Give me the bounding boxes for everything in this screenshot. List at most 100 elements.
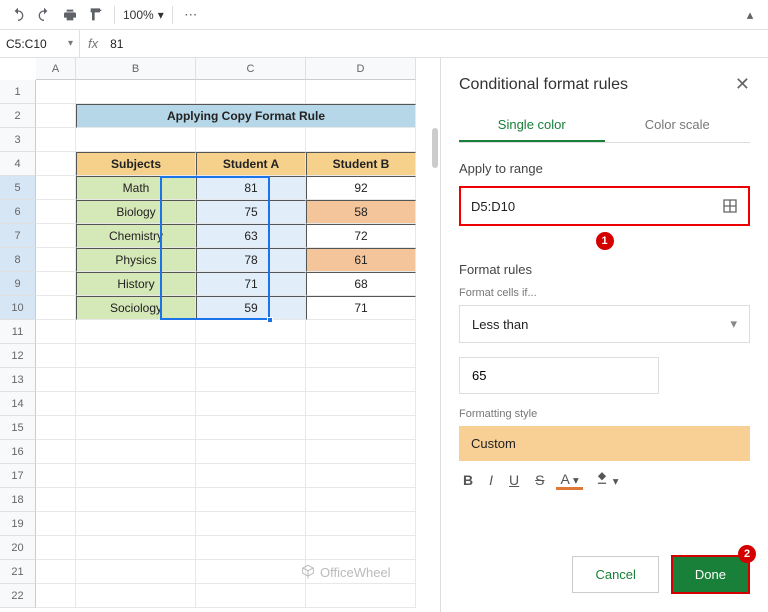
cell[interactable] (36, 320, 76, 344)
underline-button[interactable]: U (505, 470, 523, 490)
cell[interactable] (196, 512, 306, 536)
row-header[interactable]: 15 (0, 416, 36, 440)
row-header[interactable]: 7 (0, 224, 36, 248)
tab-color-scale[interactable]: Color scale (605, 109, 751, 142)
cell[interactable] (36, 560, 76, 584)
cell[interactable] (36, 128, 76, 152)
cell[interactable] (36, 536, 76, 560)
cell[interactable]: Math (76, 176, 196, 200)
row-header[interactable]: 9 (0, 272, 36, 296)
strike-button[interactable]: S (531, 470, 548, 490)
row-header[interactable]: 20 (0, 536, 36, 560)
cell[interactable] (196, 488, 306, 512)
cell[interactable] (36, 488, 76, 512)
cell[interactable] (196, 368, 306, 392)
cell[interactable]: Subjects (76, 152, 196, 176)
fill-color-button[interactable]: ▾ (591, 469, 623, 490)
cell[interactable]: 71 (196, 272, 306, 296)
cell[interactable]: Student B (306, 152, 416, 176)
grid-select-icon[interactable] (722, 198, 738, 214)
col-header[interactable]: A (36, 58, 76, 80)
cell[interactable] (196, 128, 306, 152)
cell[interactable] (76, 464, 196, 488)
cell[interactable] (196, 560, 306, 584)
collapse-icon[interactable]: ▴ (740, 5, 760, 25)
cell[interactable] (76, 80, 196, 104)
cell[interactable] (306, 512, 416, 536)
cell[interactable] (306, 128, 416, 152)
row-header[interactable]: 10 (0, 296, 36, 320)
threshold-input[interactable] (459, 357, 659, 394)
cell[interactable]: History (76, 272, 196, 296)
cell[interactable]: Sociology (76, 296, 196, 320)
cell[interactable] (76, 320, 196, 344)
formula-input[interactable]: 81 (106, 37, 123, 51)
cell[interactable]: 71 (306, 296, 416, 320)
cell[interactable]: 92 (306, 176, 416, 200)
cell[interactable] (306, 440, 416, 464)
cell[interactable] (36, 176, 76, 200)
row-header[interactable]: 3 (0, 128, 36, 152)
cell[interactable] (36, 224, 76, 248)
cell[interactable] (36, 440, 76, 464)
cell[interactable]: 78 (196, 248, 306, 272)
cell[interactable] (76, 512, 196, 536)
cell[interactable]: Physics (76, 248, 196, 272)
cell[interactable] (36, 416, 76, 440)
cell[interactable] (306, 392, 416, 416)
italic-button[interactable]: I (485, 470, 497, 490)
cell[interactable] (306, 368, 416, 392)
cell[interactable] (76, 584, 196, 608)
cell[interactable] (196, 80, 306, 104)
cell[interactable] (306, 536, 416, 560)
cell[interactable] (306, 80, 416, 104)
cell[interactable] (36, 152, 76, 176)
cell[interactable] (36, 584, 76, 608)
row-header[interactable]: 19 (0, 512, 36, 536)
cell[interactable]: 81 (196, 176, 306, 200)
row-header[interactable]: 4 (0, 152, 36, 176)
cell[interactable] (196, 584, 306, 608)
cell[interactable]: 75 (196, 200, 306, 224)
cell[interactable] (36, 104, 76, 128)
cell[interactable] (306, 488, 416, 512)
cell[interactable]: 61 (306, 248, 416, 272)
redo-icon[interactable] (34, 5, 54, 25)
cell[interactable] (76, 128, 196, 152)
row-header[interactable]: 6 (0, 200, 36, 224)
col-header[interactable]: D (306, 58, 416, 80)
row-header[interactable]: 16 (0, 440, 36, 464)
cell[interactable] (76, 488, 196, 512)
row-header[interactable]: 18 (0, 488, 36, 512)
zoom-dropdown[interactable]: 100% ▾ (123, 8, 164, 22)
row-header[interactable]: 17 (0, 464, 36, 488)
cell[interactable] (36, 392, 76, 416)
cell[interactable] (196, 536, 306, 560)
cell[interactable] (36, 248, 76, 272)
scrollbar[interactable] (432, 128, 438, 168)
cell[interactable] (76, 560, 196, 584)
close-icon[interactable]: ✕ (735, 74, 750, 95)
cell[interactable] (76, 368, 196, 392)
cell[interactable]: 68 (306, 272, 416, 296)
cell[interactable] (36, 272, 76, 296)
row-header[interactable]: 14 (0, 392, 36, 416)
cell[interactable]: Chemistry (76, 224, 196, 248)
style-preview[interactable]: Custom (459, 426, 750, 461)
row-header[interactable]: 22 (0, 584, 36, 608)
cell[interactable]: Student A (196, 152, 306, 176)
cancel-button[interactable]: Cancel (572, 556, 658, 593)
row-header[interactable]: 21 (0, 560, 36, 584)
cell[interactable] (76, 440, 196, 464)
cell[interactable] (36, 80, 76, 104)
row-header[interactable]: 11 (0, 320, 36, 344)
cell[interactable]: 72 (306, 224, 416, 248)
row-header[interactable]: 1 (0, 80, 36, 104)
cell[interactable] (36, 344, 76, 368)
bold-button[interactable]: B (459, 470, 477, 490)
cell[interactable]: 59 (196, 296, 306, 320)
cell[interactable] (196, 392, 306, 416)
cell[interactable] (36, 200, 76, 224)
row-header[interactable]: 2 (0, 104, 36, 128)
row-header[interactable]: 13 (0, 368, 36, 392)
